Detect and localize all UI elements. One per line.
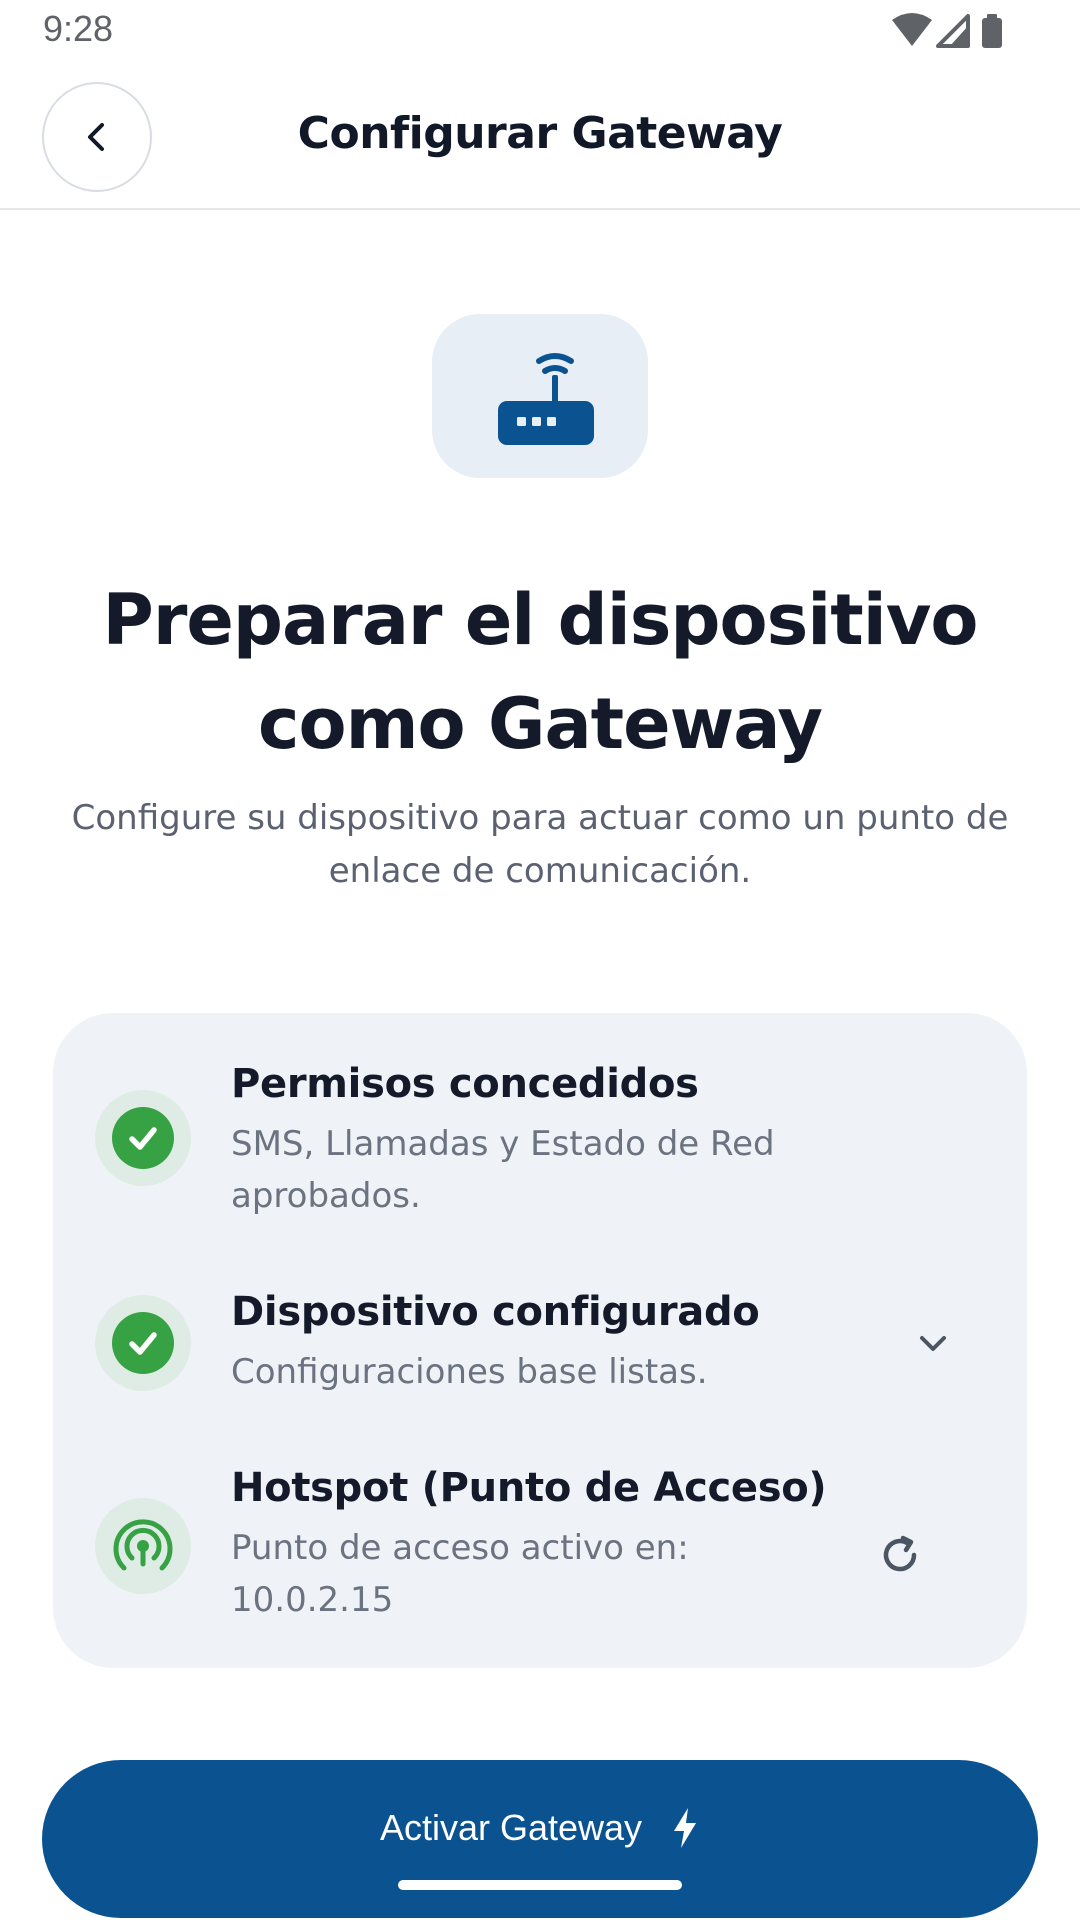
step-description: SMS, Llamadas y Estado de Red aprobados. <box>231 1124 775 1216</box>
step-title: Hotspot (Punto de Acceso) <box>231 1465 827 1511</box>
status-time: 9:28 <box>43 8 114 49</box>
subtitle: Configure su dispositivo para actuar com… <box>71 798 1009 891</box>
step-description: Configuraciones base listas. <box>231 1352 708 1392</box>
battery-icon <box>982 14 1002 48</box>
check-circle-icon <box>112 1312 174 1374</box>
signal-icon <box>936 14 970 48</box>
router-wifi-icon <box>498 353 594 445</box>
status-icons <box>892 13 1002 48</box>
check-circle-icon <box>112 1107 174 1169</box>
activate-gateway-button[interactable]: Activar Gateway <box>42 1760 1038 1918</box>
step-status-badge <box>95 1090 191 1186</box>
step-status-badge <box>95 1295 191 1391</box>
activate-gateway-label: Activar Gateway <box>379 1807 643 1848</box>
hero-icon-container <box>432 314 648 478</box>
hotspot-icon <box>113 1519 173 1571</box>
top-app-bar: Configurar Gateway <box>0 60 1080 210</box>
home-indicator[interactable] <box>398 1880 682 1890</box>
wifi-icon <box>892 13 932 46</box>
lightning-bolt-icon <box>670 1806 700 1850</box>
headline: Preparar el dispositivo como Gateway <box>102 579 979 765</box>
chevron-down-icon <box>920 1336 946 1351</box>
refresh-button[interactable] <box>865 1520 935 1590</box>
step-title: Permisos concedidos <box>231 1061 699 1107</box>
step-title: Dispositivo configurado <box>231 1289 760 1335</box>
step-description: Punto de acceso activo en: 10.0.2.15 <box>231 1528 689 1620</box>
step-status-badge <box>95 1498 191 1594</box>
setup-steps-card: Permisos concedidos SMS, Llamadas y Esta… <box>53 1013 1027 1668</box>
status-bar: 9:28 <box>0 0 1080 60</box>
refresh-icon <box>883 1535 917 1572</box>
page-title: Configurar Gateway <box>297 108 783 159</box>
expand-button[interactable] <box>898 1308 968 1378</box>
